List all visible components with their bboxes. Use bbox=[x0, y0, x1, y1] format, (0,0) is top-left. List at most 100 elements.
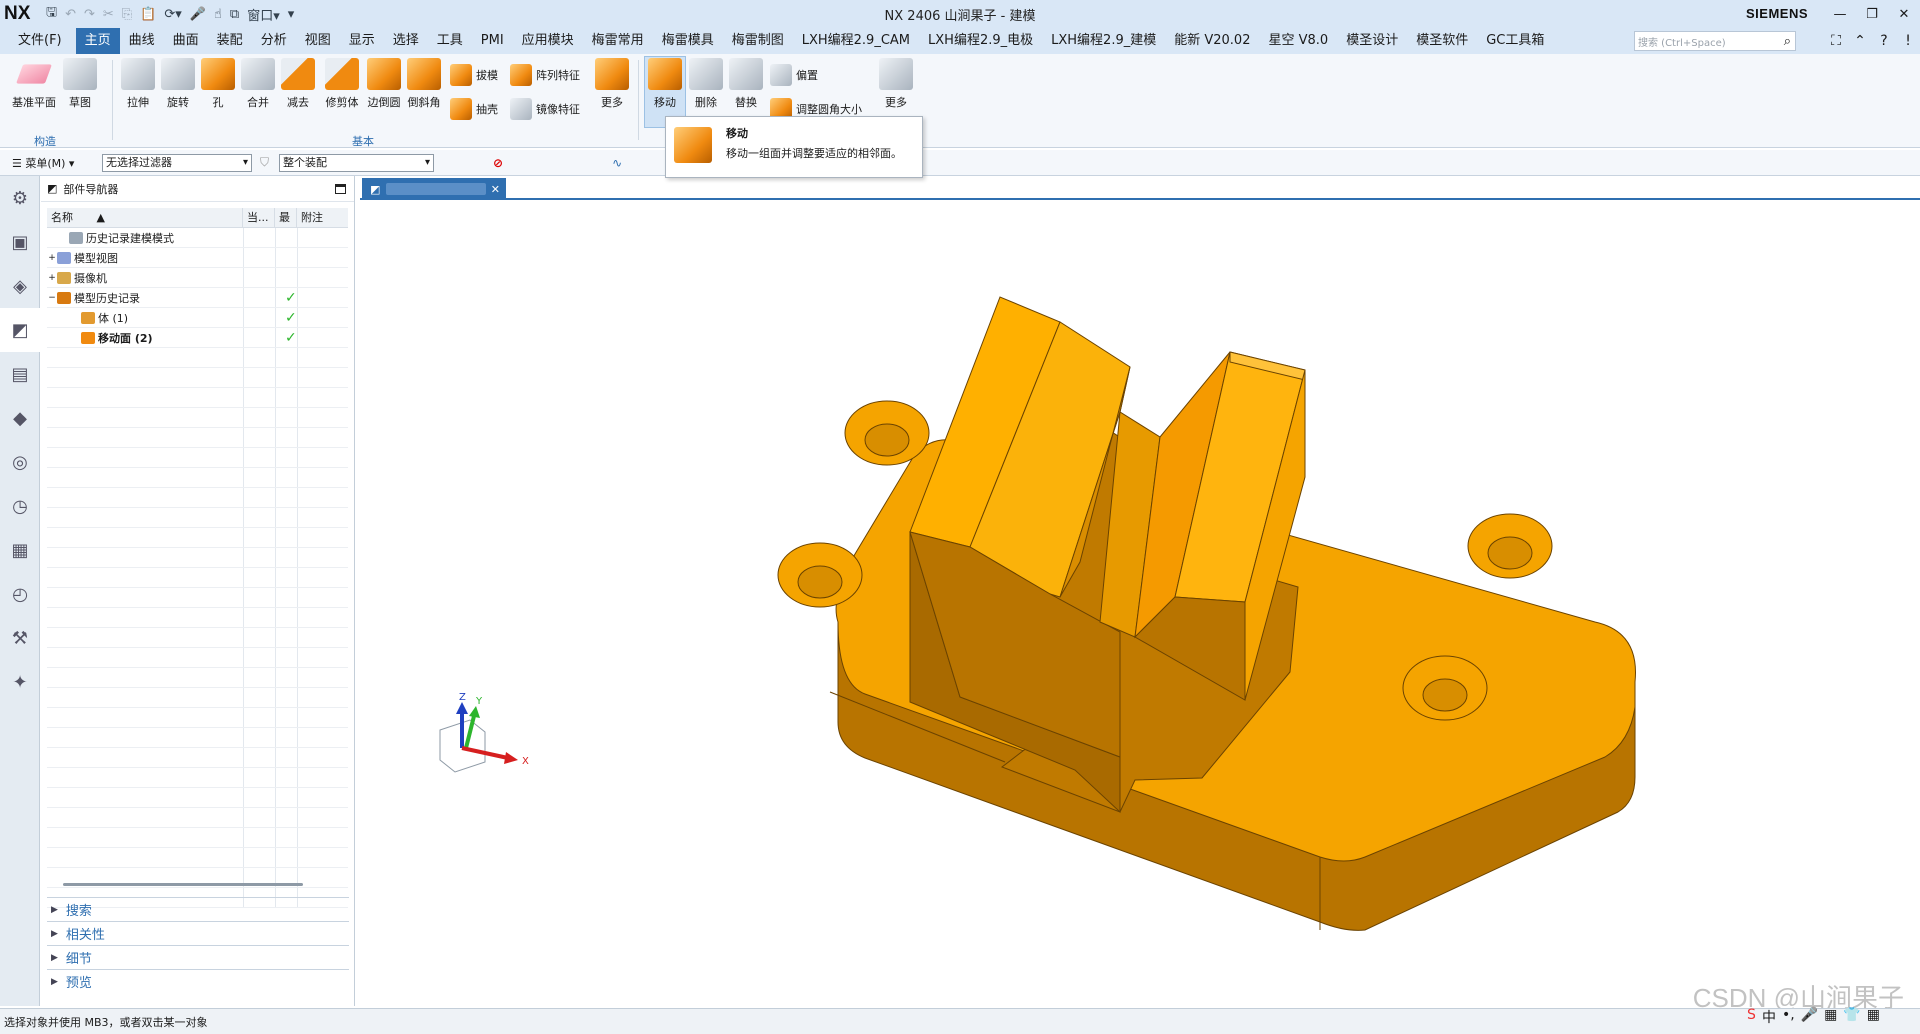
tab-surface[interactable]: 曲面 bbox=[164, 28, 208, 54]
customize-icon[interactable]: ▾ bbox=[288, 7, 295, 22]
restore-icon[interactable]: ❐ bbox=[1856, 0, 1888, 28]
search-icon[interactable]: ⌕ bbox=[1784, 34, 1795, 49]
part-file-tab[interactable]: ◩ ✕ bbox=[362, 178, 506, 200]
model-canvas[interactable]: Z Y X bbox=[360, 202, 1920, 1006]
navigator-row[interactable]: − 模型历史记录 ✓ bbox=[47, 288, 348, 308]
alert-icon[interactable]: ! bbox=[1900, 33, 1916, 49]
select-feature-icon[interactable] bbox=[443, 155, 459, 171]
ime-keyboard-icon[interactable]: ▦ bbox=[1824, 1007, 1837, 1027]
chamfer-button[interactable]: 倒斜角 bbox=[402, 58, 446, 110]
tab-mosheng-software[interactable]: 模圣软件 bbox=[1407, 28, 1477, 54]
window-menu[interactable]: 窗口▾ bbox=[247, 5, 280, 24]
navigator-horizontal-scrollbar[interactable] bbox=[63, 883, 303, 886]
menu-file[interactable]: 文件(F) bbox=[0, 28, 76, 54]
navigator-row[interactable]: 历史记录建模模式 bbox=[47, 228, 348, 248]
replace-face-button[interactable]: 替换 bbox=[724, 58, 768, 110]
pattern-feature-button[interactable]: 阵列特征 bbox=[510, 64, 580, 86]
subtract-button[interactable]: 减去 bbox=[276, 58, 320, 110]
column-name[interactable]: 名称 ▲ bbox=[47, 208, 243, 227]
microphone-icon[interactable]: 🎤 bbox=[190, 7, 206, 22]
ime-mic-icon[interactable]: 🎤 bbox=[1801, 1007, 1818, 1027]
command-search-input[interactable]: 搜索 (Ctrl+Space) ⌕ bbox=[1634, 31, 1796, 51]
part-model[interactable] bbox=[777, 296, 1636, 931]
ime-punct-icon[interactable]: •, bbox=[1782, 1007, 1795, 1027]
tab-home[interactable]: 主页 bbox=[75, 28, 120, 54]
expand-toggle-icon[interactable]: − bbox=[47, 293, 57, 303]
web-browser-icon[interactable]: ◎ bbox=[0, 440, 40, 484]
expand-toggle-icon[interactable]: + bbox=[47, 253, 57, 263]
ai-assist-icon[interactable]: ✦ bbox=[0, 660, 40, 704]
shell-button[interactable]: 抽壳 bbox=[450, 98, 498, 120]
select-sheet-icon[interactable] bbox=[562, 155, 578, 171]
edge-blend-button[interactable]: 边倒圆 bbox=[362, 58, 406, 110]
ime-menu-icon[interactable]: ▦ bbox=[1867, 1007, 1880, 1027]
ime-chinese-icon[interactable]: 中 bbox=[1762, 1007, 1776, 1027]
constraint-navigator-icon[interactable]: ◈ bbox=[0, 264, 40, 308]
undo-icon[interactable]: ↶ bbox=[65, 7, 76, 22]
close-icon[interactable]: ✕ bbox=[1888, 0, 1920, 28]
save-icon[interactable]: 🖫 bbox=[46, 3, 57, 25]
move-face-button[interactable]: 移动 bbox=[643, 58, 687, 110]
tab-selection[interactable]: 选择 bbox=[384, 28, 428, 54]
close-tab-icon[interactable]: ✕ bbox=[491, 183, 500, 196]
tab-mosheng-design[interactable]: 模圣设计 bbox=[1337, 28, 1407, 54]
help-icon[interactable]: ? bbox=[1876, 33, 1892, 49]
system-materials-icon[interactable]: ▦ bbox=[0, 528, 40, 572]
select-solid-icon[interactable] bbox=[537, 155, 553, 171]
tab-pmi[interactable]: PMI bbox=[472, 28, 513, 54]
graphics-window[interactable]: Z Y X bbox=[360, 202, 1920, 1006]
more-basic-button[interactable]: 更多 bbox=[590, 58, 634, 110]
tab-view[interactable]: 视图 bbox=[296, 28, 340, 54]
datum-plane-button[interactable]: 基准平面 bbox=[12, 58, 56, 110]
tab-display[interactable]: 显示 bbox=[340, 28, 384, 54]
panel-dependencies[interactable]: ▶ 相关性 bbox=[47, 921, 349, 945]
tab-meilei-drafting[interactable]: 梅雷制图 bbox=[723, 28, 793, 54]
filter-reset-icon[interactable]: ⛉ bbox=[260, 155, 269, 170]
roles-icon[interactable]: ⚒ bbox=[0, 616, 40, 660]
tab-meilei-mold[interactable]: 梅雷模具 bbox=[653, 28, 723, 54]
select-face-icon[interactable] bbox=[512, 155, 528, 171]
tab-applications[interactable]: 应用模块 bbox=[513, 28, 583, 54]
navigator-row[interactable]: 移动面 (2) ✓ bbox=[47, 328, 348, 348]
touch-mode-icon[interactable]: ☝ bbox=[214, 7, 222, 22]
tab-analysis[interactable]: 分析 bbox=[252, 28, 296, 54]
column-current[interactable]: 当... bbox=[243, 208, 275, 227]
revolve-button[interactable]: 旋转 bbox=[156, 58, 200, 110]
trim-body-button[interactable]: 修剪体 bbox=[320, 58, 364, 110]
extrude-button[interactable]: 拉伸 bbox=[116, 58, 160, 110]
ime-logo-icon[interactable]: S bbox=[1747, 1007, 1756, 1027]
collapse-ribbon-icon[interactable]: ⌃ bbox=[1852, 33, 1868, 49]
delete-face-button[interactable]: 删除 bbox=[684, 58, 728, 110]
hole-button[interactable]: 孔 bbox=[196, 58, 240, 110]
sketch-button[interactable]: 草图 bbox=[58, 58, 102, 110]
paste-icon[interactable]: 📋 bbox=[140, 7, 156, 22]
tab-curve[interactable]: 曲线 bbox=[120, 28, 164, 54]
panel-search[interactable]: ▶ 搜索 bbox=[47, 897, 349, 921]
redo-icon[interactable]: ↷ bbox=[84, 7, 95, 22]
tab-nengxin[interactable]: 能新 V20.02 bbox=[1165, 28, 1259, 54]
more-sync-button[interactable]: 更多 bbox=[874, 58, 918, 110]
unite-button[interactable]: 合并 bbox=[236, 58, 280, 110]
navigator-row[interactable]: + 模型视图 bbox=[47, 248, 348, 268]
history-icon[interactable]: ◷ bbox=[0, 484, 40, 528]
mirror-feature-button[interactable]: 镜像特征 bbox=[510, 98, 580, 120]
tab-xingkong[interactable]: 星空 V8.0 bbox=[1259, 28, 1337, 54]
assembly-navigator-icon[interactable]: ▣ bbox=[0, 220, 40, 264]
navigator-row[interactable]: + 摄像机 bbox=[47, 268, 348, 288]
deselect-all-icon[interactable]: ⊘ bbox=[493, 156, 503, 170]
panel-details[interactable]: ▶ 细节 bbox=[47, 945, 349, 969]
panel-preview[interactable]: ▶ 预览 bbox=[47, 969, 349, 993]
tab-lxh-electrode[interactable]: LXH编程2.9_电极 bbox=[919, 28, 1042, 54]
ime-skin-icon[interactable]: 👕 bbox=[1843, 1007, 1860, 1027]
column-latest[interactable]: 最 bbox=[275, 208, 297, 227]
fullscreen-icon[interactable]: ⛶ bbox=[1828, 33, 1844, 49]
selection-scope-select[interactable]: 整个装配 bbox=[279, 153, 435, 172]
tab-gc-toolkit[interactable]: GC工具箱 bbox=[1477, 28, 1553, 54]
expand-toggle-icon[interactable]: + bbox=[47, 273, 57, 283]
settings-icon[interactable]: ⚙ bbox=[0, 176, 40, 220]
menu-button[interactable]: ☰ 菜单(M) ▾ bbox=[12, 155, 92, 171]
tab-meilei-common[interactable]: 梅雷常用 bbox=[583, 28, 653, 54]
select-curve-icon[interactable]: ∿ bbox=[612, 156, 622, 170]
copy-icon[interactable]: ⎘ bbox=[122, 7, 132, 22]
column-notes[interactable]: 附注 bbox=[297, 208, 347, 227]
